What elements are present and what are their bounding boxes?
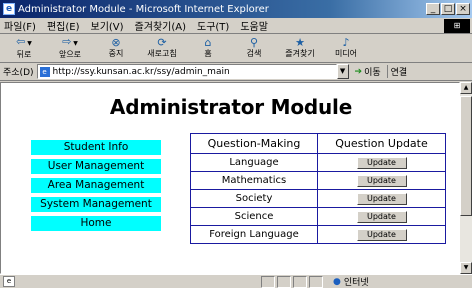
action-cell: Update [317, 225, 446, 244]
menu-edit[interactable]: 편집(E) [47, 18, 80, 33]
side-nav: Student Info User Management Area Manage… [31, 140, 161, 235]
search-label: 검색 [246, 49, 262, 58]
back-label: 뒤로 [16, 50, 32, 59]
address-label: 주소(D) [3, 68, 34, 78]
refresh-label: 새로고침 [147, 49, 177, 58]
subject-language[interactable]: Language [190, 153, 318, 172]
status-pane [293, 275, 307, 288]
update-mathematics-button[interactable]: Update [356, 174, 407, 187]
header-question-update: Question Update [317, 133, 446, 154]
forward-arrow-icon: ⇨ ▼ [62, 35, 78, 48]
action-cell: Update [317, 153, 446, 172]
update-foreign-language-button[interactable]: Update [356, 228, 407, 241]
page-title: Administrator Module [109, 95, 353, 119]
address-dropdown-button[interactable]: ▼ [336, 64, 349, 79]
media-button[interactable]: ♪ 미디어 [326, 35, 366, 62]
table-row: Society Update [190, 189, 446, 208]
home-icon: ⌂ [204, 36, 212, 49]
close-button[interactable]: × [456, 3, 470, 15]
page-icon: e [39, 66, 50, 77]
minimize-button[interactable]: _ [426, 3, 440, 15]
globe-icon: ● [333, 276, 341, 287]
search-icon: ⚲ [249, 36, 259, 49]
go-label: 이동 [364, 68, 381, 78]
go-button[interactable]: ➔ 이동 [354, 65, 381, 79]
nav-home[interactable]: Home [31, 216, 161, 231]
refresh-button[interactable]: ⟳ 새로고침 [142, 35, 182, 62]
forward-label: 앞으로 [58, 50, 82, 59]
nav-area-management[interactable]: Area Management [31, 178, 161, 193]
menu-view[interactable]: 보기(V) [91, 18, 124, 33]
stop-label: 중지 [108, 49, 124, 58]
update-science-button[interactable]: Update [356, 210, 407, 223]
status-pane [261, 275, 275, 288]
ie-icon: e [3, 3, 15, 15]
menu-tools[interactable]: 도구(T) [197, 18, 229, 33]
page-content: Administrator Module Student Info User M… [0, 82, 460, 274]
back-arrow-icon: ⇦ ▼ [16, 35, 32, 48]
maximize-button[interactable]: □ [441, 3, 455, 15]
window-controls: _ □ × [426, 3, 470, 15]
window-titlebar: e Administrator Module - Microsoft Inter… [0, 0, 472, 18]
table-row: Science Update [190, 207, 446, 226]
favorites-button[interactable]: ★ 즐겨찾기 [280, 35, 320, 62]
header-question-making: Question-Making [190, 133, 318, 154]
window-title: Administrator Module - Microsoft Interne… [18, 3, 269, 15]
vertical-scrollbar[interactable]: ▲ ▼ [460, 82, 472, 274]
media-icon: ♪ [342, 36, 350, 49]
subject-science[interactable]: Science [190, 207, 318, 226]
status-panes [261, 275, 325, 288]
status-pane [277, 275, 291, 288]
windows-logo-icon: ⊞ [444, 19, 470, 33]
scroll-thumb[interactable] [460, 96, 472, 216]
subject-mathematics[interactable]: Mathematics [190, 171, 318, 190]
nav-student-info[interactable]: Student Info [31, 140, 161, 155]
stop-button[interactable]: ⊗ 중지 [96, 35, 136, 62]
links-button[interactable]: 연결 [386, 65, 407, 78]
table-header-row: Question-Making Question Update [190, 133, 446, 154]
action-cell: Update [317, 189, 446, 208]
go-arrow-icon: ➔ [354, 66, 363, 77]
security-zone: ● 인터넷 [333, 275, 369, 288]
zone-label: 인터넷 [343, 278, 369, 288]
toolbar: ⇦ ▼ 뒤로 ⇨ ▼ 앞으로 ⊗ 중지 ⟳ 새로고침 ⌂ 홈 ⚲ 검색 ★ 즐겨찾기… [0, 34, 472, 63]
menu-help[interactable]: 도움말 [240, 18, 268, 33]
menu-bar: 파일(F) 편집(E) 보기(V) 즐겨찾기(A) 도구(T) 도움말 ⊞ [0, 18, 472, 34]
subject-foreign-language[interactable]: Foreign Language [190, 225, 318, 244]
status-bar: e ● 인터넷 [0, 274, 472, 288]
action-cell: Update [317, 171, 446, 190]
scroll-down-button[interactable]: ▼ [460, 262, 472, 274]
table-row: Language Update [190, 153, 446, 172]
action-cell: Update [317, 207, 446, 226]
forward-button[interactable]: ⇨ ▼ 앞으로 [50, 35, 90, 62]
subject-society[interactable]: Society [190, 189, 318, 208]
stop-icon: ⊗ [111, 36, 121, 49]
favorites-icon: ★ [295, 36, 305, 49]
table-row: Mathematics Update [190, 171, 446, 190]
address-bar: 주소(D) e http://ssy.kunsan.ac.kr/ssy/admi… [0, 63, 472, 81]
address-input[interactable]: e http://ssy.kunsan.ac.kr/ssy/admin_main [36, 64, 337, 79]
page-status-icon: e [3, 276, 15, 287]
nav-user-management[interactable]: User Management [31, 159, 161, 174]
back-button[interactable]: ⇦ ▼ 뒤로 [4, 35, 44, 62]
address-url: http://ssy.kunsan.ac.kr/ssy/admin_main [52, 66, 230, 77]
scroll-up-button[interactable]: ▲ [460, 82, 472, 94]
home-button[interactable]: ⌂ 홈 [188, 35, 228, 62]
home-label: 홈 [204, 49, 212, 58]
status-pane [309, 275, 323, 288]
nav-system-management[interactable]: System Management [31, 197, 161, 212]
refresh-icon: ⟳ [157, 36, 167, 49]
media-label: 미디어 [334, 49, 358, 58]
table-row: Foreign Language Update [190, 225, 446, 244]
menu-file[interactable]: 파일(F) [4, 18, 36, 33]
search-button[interactable]: ⚲ 검색 [234, 35, 274, 62]
menu-favorites[interactable]: 즐겨찾기(A) [135, 18, 186, 33]
update-language-button[interactable]: Update [356, 156, 407, 169]
update-society-button[interactable]: Update [356, 192, 407, 205]
favorites-label: 즐겨찾기 [285, 49, 315, 58]
question-table: Question-Making Question Update Language… [190, 133, 446, 244]
